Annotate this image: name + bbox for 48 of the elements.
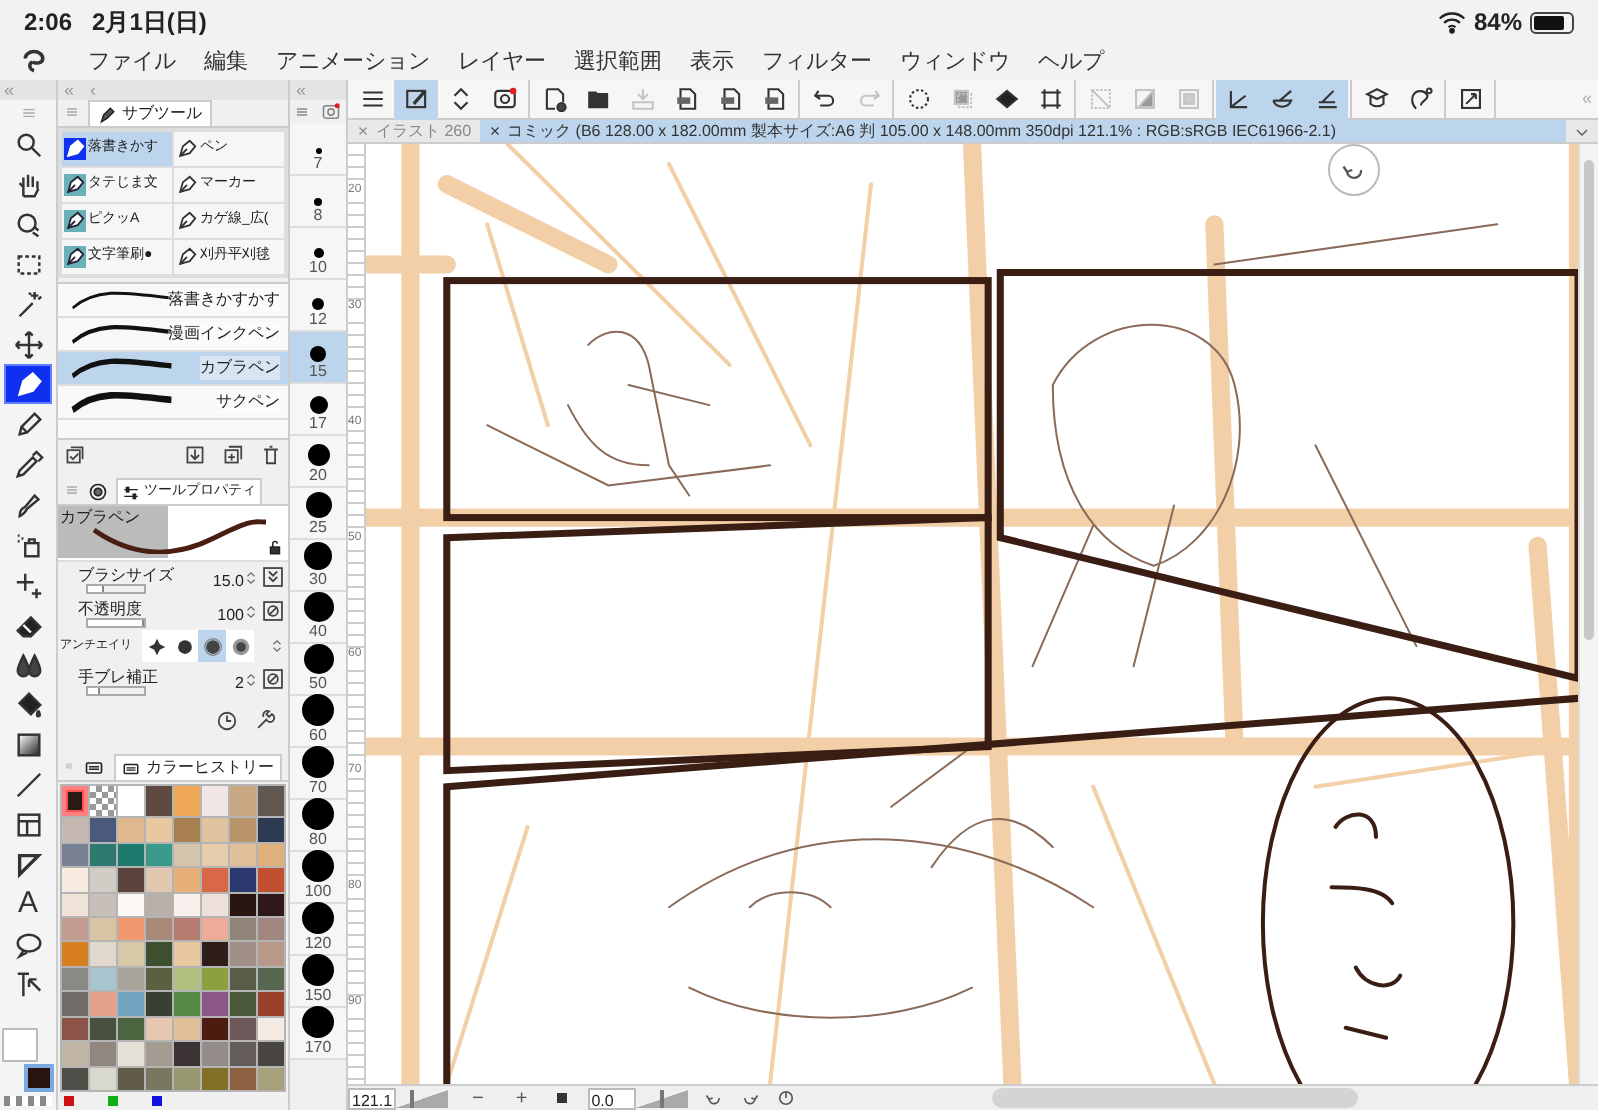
property-value: 15.0 — [212, 570, 244, 594]
brush-size-item[interactable]: 170 — [290, 1008, 346, 1060]
brush-item[interactable]: カブラペン — [58, 352, 288, 386]
tool-button[interactable]: A — [4, 884, 52, 924]
brush-size-item[interactable]: 40 — [290, 592, 346, 644]
brush-item[interactable]: 落書きかすかす — [58, 284, 288, 318]
brush-size-item[interactable]: 17 — [290, 384, 346, 436]
menu-item[interactable]: 編集 — [204, 45, 248, 79]
property-label: ブラシサイズ — [78, 564, 174, 588]
brush-size-item[interactable]: 80 — [290, 800, 346, 852]
zoom-out-button[interactable]: − — [464, 1083, 492, 1110]
status-date: 2月1日(日) — [92, 6, 207, 40]
menu-item[interactable]: ファイル — [88, 45, 176, 79]
property-label: 不透明度 — [78, 598, 142, 622]
status-time: 2:06 — [24, 6, 73, 40]
menu-item[interactable]: レイヤー — [458, 45, 546, 79]
property-value: 2 — [235, 672, 244, 696]
brush-size-item[interactable]: 20 — [290, 436, 346, 488]
brush-size-item[interactable]: 12 — [290, 280, 346, 332]
brush-size-item[interactable]: 150 — [290, 956, 346, 1008]
brush-size-item[interactable]: 8 — [290, 176, 346, 228]
brush-size-item[interactable]: 30 — [290, 540, 346, 592]
zoom-in-button[interactable]: + — [507, 1083, 536, 1110]
menu-item[interactable]: ウィンドウ — [900, 45, 1010, 79]
document-tab[interactable]: コミック (B6 128.00 x 182.00mm 製本サイズ:A6 判 105.00 x 148.00mm 350dpi 121.1% : RGB:sRGB IEC61966-2.1) — [479, 120, 1566, 142]
menu-item[interactable]: フィルター — [762, 45, 872, 79]
brush-size-item[interactable]: 100 — [290, 852, 346, 904]
menu-item[interactable]: 選択範囲 — [574, 45, 662, 79]
preview-label: カブラペン — [58, 506, 168, 558]
panel-tab[interactable]: カラーヒストリー — [114, 754, 282, 780]
brush-size-item[interactable]: 70 — [290, 748, 346, 800]
brush-size-item[interactable]: 50 — [290, 644, 346, 696]
battery-percent: 84% — [1473, 6, 1522, 40]
brush-size-item[interactable]: 15 — [290, 332, 346, 384]
brush-item[interactable]: サクペン — [58, 386, 288, 420]
brush-size-item[interactable]: 120 — [290, 904, 346, 956]
menu-item[interactable]: アニメーション — [276, 45, 430, 79]
panel-tab[interactable]: サブツール — [88, 100, 212, 126]
menu-item[interactable]: 表示 — [690, 45, 734, 79]
brush-size-item[interactable]: 60 — [290, 696, 346, 748]
brush-size-item[interactable]: 7 — [290, 124, 346, 176]
value-field[interactable]: 121.1 — [348, 1087, 396, 1109]
brush-size-item[interactable]: 25 — [290, 488, 346, 540]
brush-size-item[interactable]: 10 — [290, 228, 346, 280]
property-label: 手ブレ補正 — [78, 666, 158, 690]
property-value: 100 — [217, 604, 244, 628]
menu-item[interactable]: ヘルプ — [1038, 45, 1104, 79]
value-field[interactable]: 0.0 — [587, 1087, 636, 1109]
